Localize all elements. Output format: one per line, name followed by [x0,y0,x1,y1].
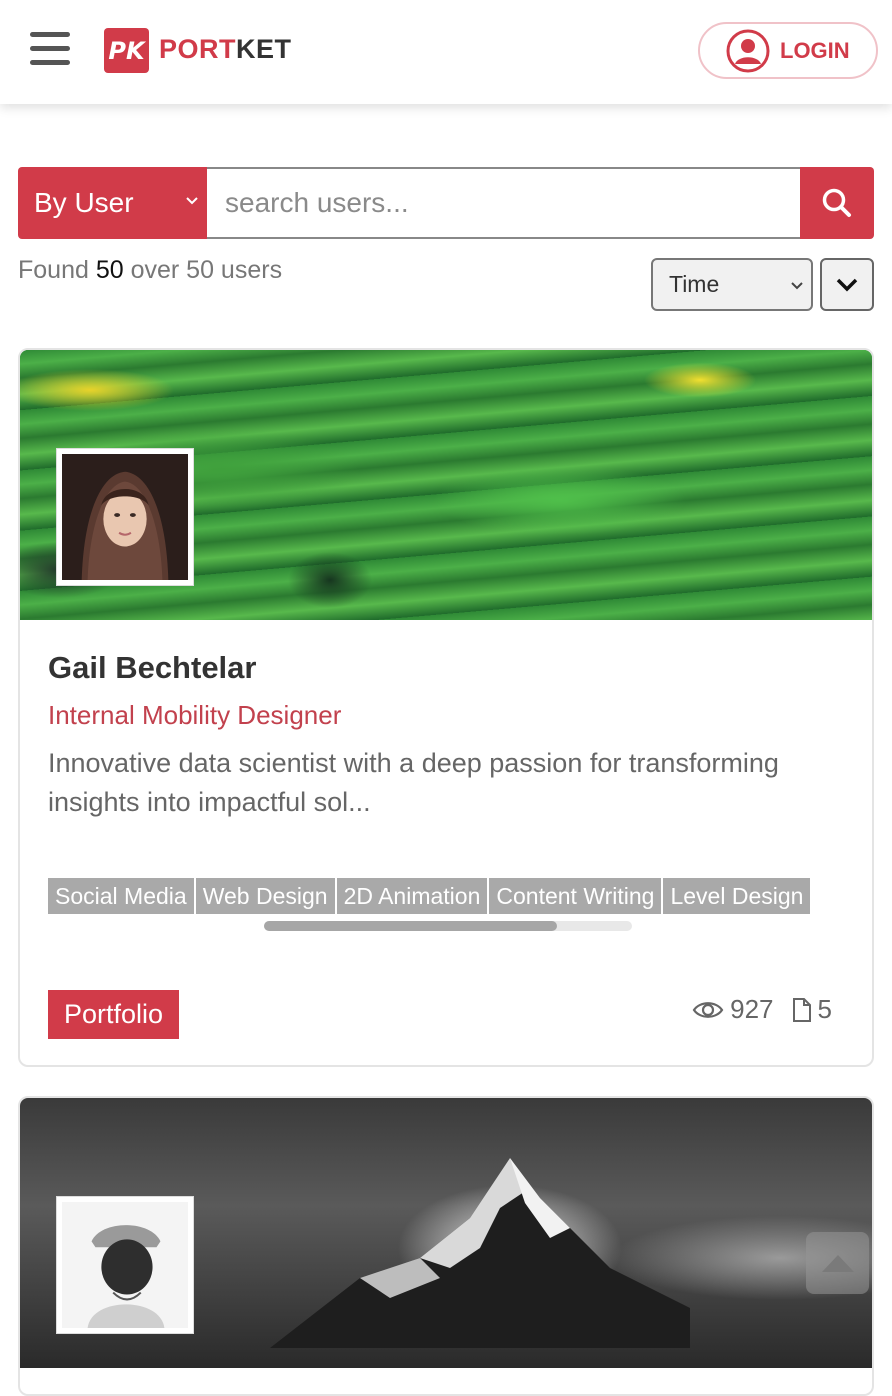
login-button[interactable]: LOGIN [698,22,878,79]
sort-select[interactable]: Time [651,258,813,311]
avatar-portrait [62,454,188,580]
login-label: LOGIN [780,37,850,63]
results-number: 50 [95,256,124,284]
search-filter-value: By User [34,187,134,218]
search-icon [822,188,851,217]
portfolio-button[interactable]: Portfolio [48,990,179,1039]
skill-tag[interactable]: 2D Animation [336,878,488,914]
top-header: PK PORTKET LOGIN [0,0,892,104]
user-name[interactable]: Gail Bechtelar [48,650,256,686]
sort-value: Time [669,271,720,297]
skill-tag[interactable]: Level Design [663,878,811,914]
eye-icon [692,1001,724,1018]
avatar-portrait [62,1202,188,1328]
scroll-to-top-button[interactable] [806,1232,869,1294]
document-icon [792,997,811,1022]
brand-part-2: KET [236,34,292,64]
logo-wordmark[interactable]: PORTKET [159,34,292,65]
avatar[interactable] [56,448,194,586]
brand-part-1: PORT [159,34,237,64]
views-count: 927 [730,994,774,1024]
sort-direction-button[interactable] [820,258,874,311]
skill-tag[interactable]: Social Media [48,878,194,914]
chevron-down-icon [836,278,858,291]
user-circle-icon [726,29,770,72]
mountain-artwork [270,1158,690,1348]
avatar[interactable] [56,1196,194,1334]
user-bio: Innovative data scientist with a deep pa… [48,748,779,817]
chevron-down-icon [186,197,198,205]
skill-tag[interactable]: Web Design [195,878,335,914]
skill-tags[interactable]: Social Media Web Design 2D Animation Conten… [48,878,848,916]
results-suffix: over 50 users [123,256,283,284]
user-card[interactable] [18,1096,874,1396]
hamburger-icon[interactable] [30,32,70,68]
user-card[interactable]: Gail Bechtelar Internal Mobility Designe… [18,348,874,1067]
chevron-down-icon [791,282,803,290]
skill-tag[interactable]: Content Writing [489,878,662,914]
logo-mark[interactable]: PK [104,28,149,73]
search-input[interactable] [207,167,801,239]
documents-count: 5 [817,994,832,1024]
search-button[interactable] [800,167,874,239]
caret-up-icon [821,1255,854,1272]
results-prefix: Found [18,256,96,284]
card-stats: 927 5 [674,994,832,1025]
tags-scrollbar-thumb[interactable] [264,921,557,931]
results-count: Found 50 over 50 users [18,256,282,285]
user-role: Internal Mobility Designer [48,700,342,730]
search-filter-select[interactable]: By User [18,167,208,239]
